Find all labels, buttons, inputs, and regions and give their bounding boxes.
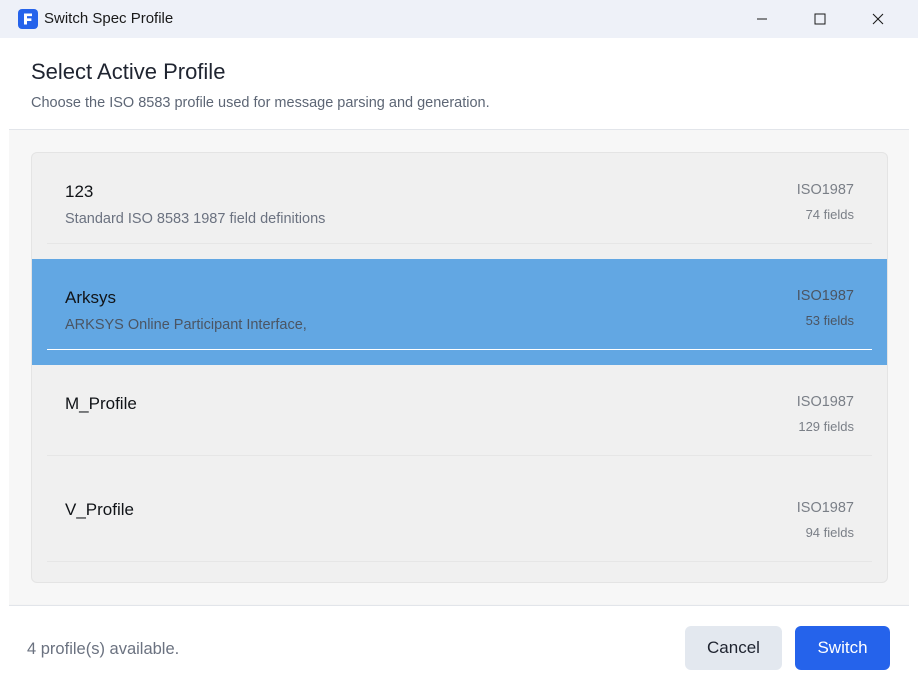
profile-field-count: 74 fields [805,207,854,222]
dialog-footer: 4 profile(s) available. Cancel Switch [9,605,909,690]
profile-item-123[interactable]: 123 Standard ISO 8583 1987 field definit… [32,153,887,259]
dialog-window: Switch Spec Profile Select Active Profil… [0,0,918,697]
close-button[interactable] [849,0,907,38]
row-divider [47,349,872,350]
maximize-icon [814,13,826,25]
row-divider [47,243,872,244]
profile-description: ARKSYS Online Participant Interface, [65,317,307,333]
profile-item-m-profile[interactable]: M_Profile ISO1987 129 fields [32,365,887,471]
cancel-button[interactable]: Cancel [685,626,782,670]
dialog-header: Select Active Profile Choose the ISO 858… [9,38,909,130]
profile-name: V_Profile [65,500,134,519]
profile-item-arksys[interactable]: Arksys ARKSYS Online Participant Interfa… [32,259,887,365]
title-bar[interactable]: Switch Spec Profile [0,0,918,38]
profile-standard: ISO1987 [796,288,854,304]
switch-button[interactable]: Switch [795,626,890,670]
profile-name: Arksys [65,288,116,307]
profile-list[interactable]: 123 Standard ISO 8583 1987 field definit… [31,152,888,583]
profile-standard: ISO1987 [796,182,854,198]
close-icon [872,13,884,25]
profile-name: 123 [65,182,94,201]
profile-standard: ISO1987 [796,394,854,410]
profile-field-count: 53 fields [805,313,854,328]
window-title: Switch Spec Profile [44,10,174,27]
profile-description: Standard ISO 8583 1987 field definitions [65,211,326,227]
minimize-button[interactable] [733,0,791,38]
profile-standard: ISO1987 [796,500,854,516]
page-subtitle: Choose the ISO 8583 profile used for mes… [31,95,490,111]
maximize-button[interactable] [791,0,849,38]
profile-field-count: 129 fields [798,419,854,434]
row-divider [47,455,872,456]
dialog-content: Select Active Profile Choose the ISO 858… [9,38,909,690]
profile-name: M_Profile [65,394,137,413]
profile-count-status: 4 profile(s) available. [27,640,180,658]
minimize-icon [757,18,767,20]
app-logo-icon [18,9,38,29]
profile-list-area: 123 Standard ISO 8583 1987 field definit… [9,130,909,604]
profile-field-count: 94 fields [805,525,854,540]
row-divider [47,561,872,562]
page-title: Select Active Profile [31,59,226,84]
profile-item-v-profile[interactable]: V_Profile ISO1987 94 fields [32,471,887,577]
